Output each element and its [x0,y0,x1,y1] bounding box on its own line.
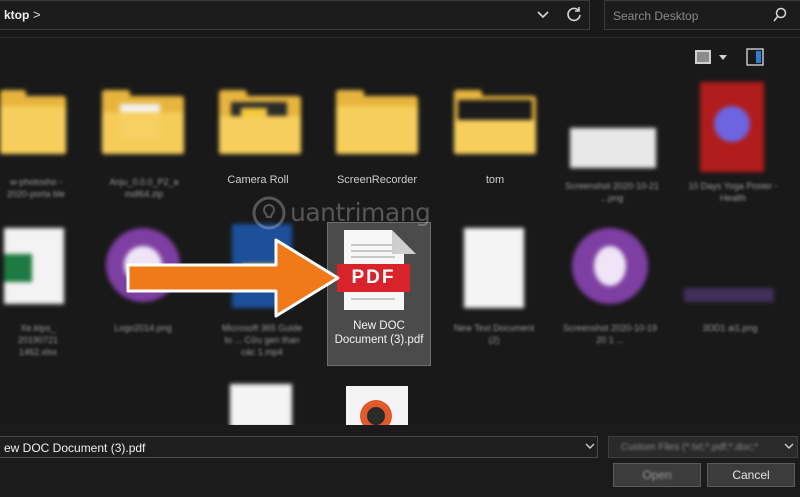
preview-pane-icon[interactable] [746,48,764,66]
folder-label: tom [440,174,550,186]
breadcrumb-separator: > [33,7,41,22]
filename-value: ew DOC Document (3).pdf [4,441,146,455]
pdf-badge: PDF [337,264,410,292]
refresh-icon[interactable] [563,3,585,25]
item-label: Camera Roll [227,174,289,186]
item-label-blurred: Logo2014.png [114,323,172,333]
watermark-text: uantrimang [290,198,431,227]
toolbar-divider [0,37,800,38]
item-label-blurred: Anju_0.0.0_P2_a mdl64.zip [109,177,179,199]
image-thumbnail[interactable] [700,82,764,172]
file-type-select[interactable]: Custom Files (*.txt;*.pdf;*.doc;* [608,436,798,458]
item-label-blurred: 10 Days Yoga Poster - Health [688,181,778,203]
folder-label: Camera Roll [203,174,313,186]
text-line [351,244,395,246]
item-label-blurred: Screenshot 2020-10-21 ...png [564,181,660,203]
address-bar[interactable]: ktop > [0,0,590,30]
folder-icon[interactable] [452,90,538,156]
folder-icon[interactable] [217,90,303,156]
filename-input[interactable]: ew DOC Document (3).pdf [0,436,598,458]
media-file-icon[interactable] [346,386,408,432]
address-path: ktop [4,8,30,22]
pointer-arrow-icon [126,238,340,318]
text-file-icon[interactable] [230,384,292,428]
page-fold [392,230,416,254]
excel-file-icon[interactable] [4,228,64,304]
view-dropdown-icon[interactable] [718,53,728,61]
text-file-icon[interactable] [464,228,524,308]
search-box[interactable]: Search Desktop [604,0,800,30]
open-button-label: Open [642,468,672,482]
lightbulb-logo-icon [252,196,286,230]
item-label: ScreenRecorder [336,174,418,186]
search-placeholder: Search Desktop [613,9,699,23]
chevron-down-icon[interactable] [533,4,553,24]
item-label-blurred: Microsoft 365 Guide to ... Cửu gen than … [221,323,303,357]
app-file-icon[interactable] [572,228,648,304]
chevron-down-icon[interactable] [784,442,794,450]
item-label-blurred: New Text Document (2) [453,323,535,345]
search-icon[interactable] [772,7,788,23]
text-line [351,256,395,258]
chevron-down-icon[interactable] [585,442,595,450]
item-label-blurred: Xe.ktps_ 20190721 1462.xlsx [17,323,59,357]
selected-file-label: New DOC Document (3).pdf [334,320,424,346]
folder-label: ScreenRecorder [322,174,432,186]
view-options-icon[interactable] [694,49,712,65]
folder-icon[interactable] [100,90,186,156]
image-thumbnail[interactable] [570,128,656,168]
item-label-blurred: 3DD1 ai1.png [702,323,758,333]
image-thumbnail[interactable] [684,288,774,302]
text-line [351,298,395,300]
file-type-value: Custom Files (*.txt;*.pdf;*.doc;* [621,442,759,453]
folder-icon[interactable] [334,90,420,156]
item-label-blurred: Screenshot 2020-10-19 20 1 ... [562,323,658,345]
item-label: tom [485,174,505,186]
text-line [351,250,395,252]
cancel-button[interactable]: Cancel [707,463,795,487]
item-label-blurred: w-photosho - 2020-porta ble [6,177,66,199]
open-button[interactable]: Open [613,463,701,487]
folder-icon[interactable] [0,90,68,156]
